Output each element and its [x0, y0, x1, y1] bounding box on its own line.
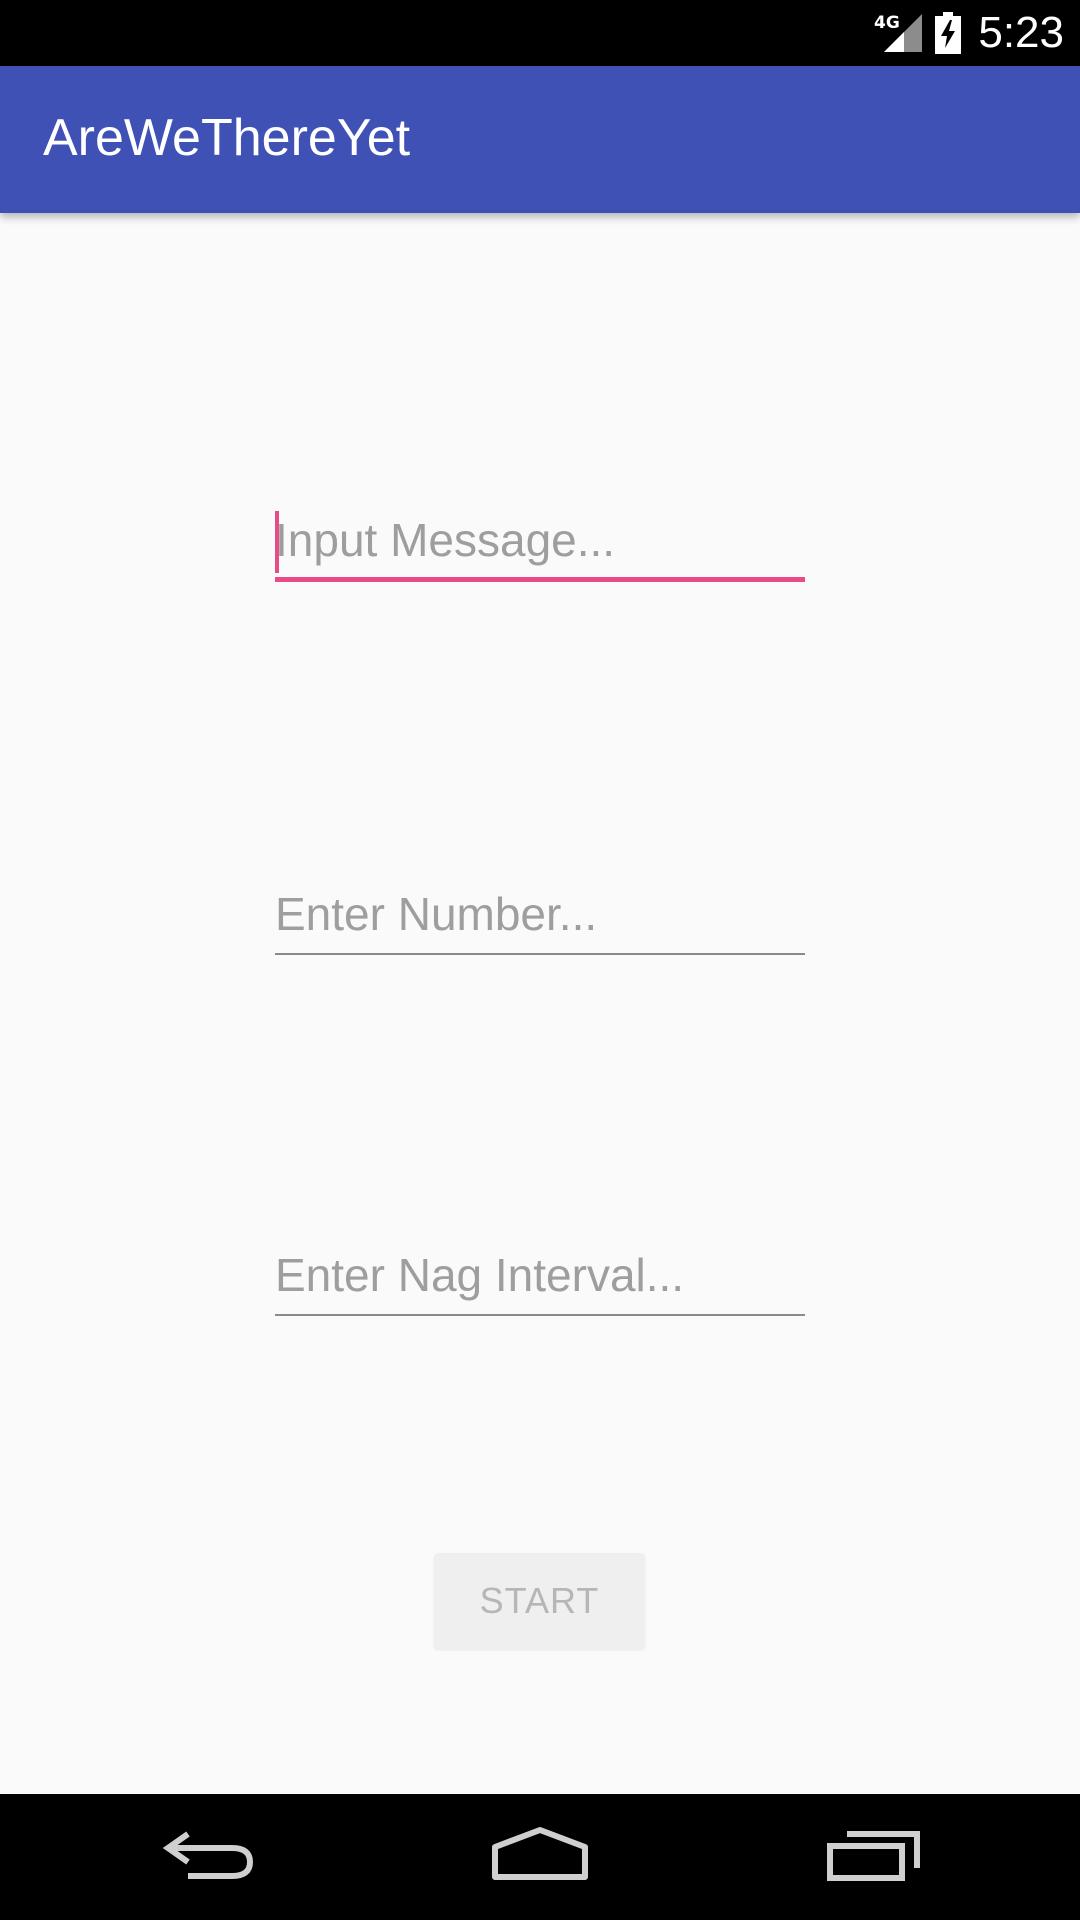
nav-bar — [0, 1794, 1080, 1920]
number-field[interactable] — [275, 879, 805, 959]
message-input[interactable] — [275, 505, 805, 575]
back-icon[interactable] — [160, 1822, 260, 1892]
number-field-underline — [275, 953, 805, 955]
battery-charging-icon — [935, 12, 961, 54]
app-bar: AreWeThereYet — [0, 66, 1080, 213]
status-bar: 4G 5:23 — [0, 0, 1080, 66]
home-icon[interactable] — [490, 1822, 590, 1892]
message-field[interactable] — [275, 505, 805, 585]
network-type-label: 4G — [874, 13, 900, 33]
interval-input[interactable] — [275, 1240, 805, 1310]
text-cursor — [275, 511, 279, 573]
recents-icon[interactable] — [825, 1822, 925, 1892]
status-time: 5:23 — [978, 8, 1064, 57]
status-icons: 4G — [874, 12, 962, 54]
interval-field[interactable] — [275, 1240, 805, 1320]
interval-field-underline — [275, 1314, 805, 1316]
signal-icon: 4G — [874, 13, 922, 52]
start-button[interactable]: START — [434, 1553, 645, 1649]
message-field-underline — [275, 577, 805, 582]
number-input[interactable] — [275, 879, 805, 949]
app-title: AreWeThereYet — [43, 109, 411, 167]
